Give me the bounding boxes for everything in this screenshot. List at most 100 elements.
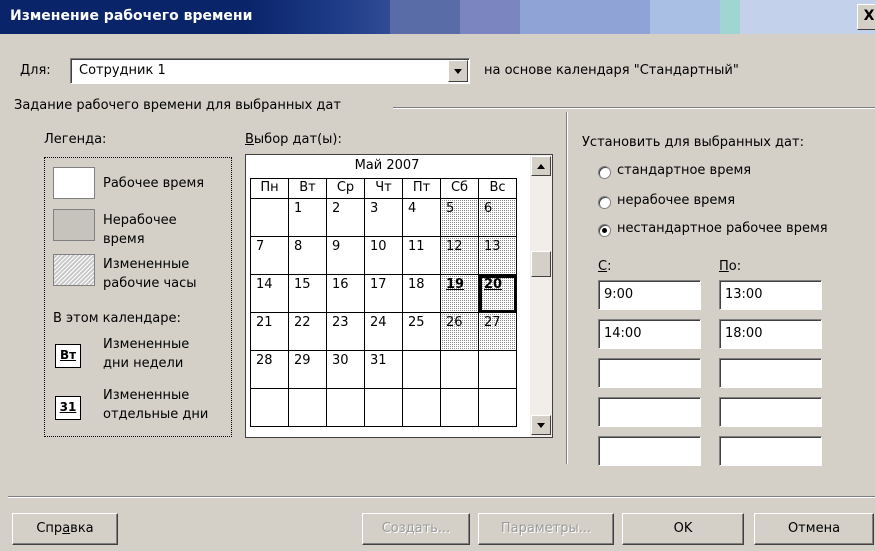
- working-time-swatch: [53, 167, 95, 199]
- modified-date-icon: 31: [55, 396, 81, 420]
- change-working-time-dialog: Изменение рабочего времени X Для: Сотруд…: [0, 0, 875, 551]
- calendar-empty-cell: [402, 350, 441, 389]
- calendar-day[interactable]: 13: [478, 236, 517, 275]
- calendar-day[interactable]: 3: [364, 198, 403, 237]
- legend-title: Легенда:: [44, 132, 107, 147]
- calendar-day[interactable]: 24: [364, 312, 403, 351]
- calendar-empty-cell: [250, 198, 289, 237]
- calendar-day[interactable]: 14: [250, 274, 289, 313]
- calendar-day[interactable]: 4: [402, 198, 441, 237]
- legend-date-label-2: отдельные дни: [103, 407, 209, 422]
- calendar-day[interactable]: 1: [288, 198, 327, 237]
- calendar-day[interactable]: 19: [440, 274, 479, 313]
- dialog-title: Изменение рабочего времени: [10, 8, 253, 24]
- calendar-day[interactable]: 21: [250, 312, 289, 351]
- calendar-day[interactable]: 30: [326, 350, 365, 389]
- radio-standard-time[interactable]: [598, 166, 611, 179]
- calendar-day[interactable]: 23: [326, 312, 365, 351]
- radio-nonstandard-working-time[interactable]: [598, 224, 611, 237]
- from-time-field-1[interactable]: 9:00: [598, 280, 701, 310]
- calendar-day[interactable]: 7: [250, 236, 289, 275]
- calendar-day[interactable]: 12: [440, 236, 479, 275]
- option-nonstandard-label[interactable]: нестандартное рабочее время: [617, 221, 828, 236]
- resource-calendar-select[interactable]: Сотрудник 1: [70, 58, 470, 84]
- calendar-title: Выбор дат(ы):: [245, 132, 342, 147]
- bottom-divider: [8, 496, 875, 498]
- chevron-down-icon: [537, 423, 545, 428]
- scroll-up-button[interactable]: [531, 156, 551, 176]
- calendar-day[interactable]: 9: [326, 236, 365, 275]
- weekday-header: Пн: [250, 178, 289, 199]
- from-time-field-3[interactable]: [598, 358, 701, 388]
- calendar-day[interactable]: 18: [402, 274, 441, 313]
- section-divider: [393, 107, 875, 109]
- title-bar-decoration: [460, 0, 520, 34]
- legend-panel: Рабочее время Нерабочее время Измененные…: [44, 157, 232, 437]
- calendar-day[interactable]: 11: [402, 236, 441, 275]
- options-button[interactable]: Параметры...: [478, 513, 614, 545]
- calendar-empty-cell: [478, 350, 517, 389]
- legend-weekday-label-1: Измененные: [103, 337, 190, 352]
- calendar-day[interactable]: 29: [288, 350, 327, 389]
- calendar-month-title: Май 2007: [354, 158, 420, 173]
- cancel-button[interactable]: Отмена: [754, 513, 874, 545]
- calendar-day[interactable]: 26: [440, 312, 479, 351]
- weekday-header: Чт: [364, 178, 403, 199]
- calendar-empty-cell: [478, 388, 517, 427]
- calendar-day[interactable]: 27: [478, 312, 517, 351]
- title-bar-decoration: [650, 0, 720, 34]
- in-calendar-label: В этом календаре:: [53, 311, 181, 326]
- calendar-day[interactable]: 10: [364, 236, 403, 275]
- modified-hours-swatch: [53, 254, 95, 286]
- chevron-down-icon: [454, 69, 462, 74]
- scroll-thumb[interactable]: [531, 251, 551, 277]
- to-time-field-5[interactable]: [719, 436, 822, 466]
- to-time-field-1[interactable]: 13:00: [719, 280, 822, 310]
- resource-calendar-value: Сотрудник 1: [79, 63, 166, 78]
- vertical-divider: [566, 112, 568, 464]
- radio-selected-dot: [602, 228, 607, 233]
- calendar-day[interactable]: 16: [326, 274, 365, 313]
- calendar-day[interactable]: 17: [364, 274, 403, 313]
- weekday-header: Ср: [326, 178, 365, 199]
- calendar-day[interactable]: 25: [402, 312, 441, 351]
- to-time-field-4[interactable]: [719, 397, 822, 427]
- calendar-grid: Пн Вт Ср Чт Пт Сб Вс 123456 7 8 9 10 11 12 13 14 15 16…: [250, 178, 517, 427]
- calendar-day[interactable]: 20: [478, 274, 517, 313]
- calendar-scrollbar[interactable]: [530, 155, 552, 437]
- calendar-day[interactable]: 28: [250, 350, 289, 389]
- title-bar-decoration: [390, 0, 460, 34]
- scroll-down-button[interactable]: [531, 415, 551, 435]
- help-button[interactable]: Справка: [12, 513, 118, 545]
- based-on-calendar-text: на основе календаря "Стандартный": [484, 63, 739, 78]
- close-button[interactable]: X: [857, 4, 875, 30]
- ok-button[interactable]: OK: [622, 513, 744, 545]
- weekday-header: Сб: [440, 178, 479, 199]
- from-time-field-4[interactable]: [598, 397, 701, 427]
- calendar-day[interactable]: 5: [440, 198, 479, 237]
- section-title: Задание рабочего времени для выбранных д…: [14, 98, 341, 113]
- calendar-day[interactable]: 31: [364, 350, 403, 389]
- weekday-header: Пт: [402, 178, 441, 199]
- legend-nonworking-label-2: время: [103, 232, 145, 247]
- calendar-day[interactable]: 6: [478, 198, 517, 237]
- calendar-day[interactable]: 2: [326, 198, 365, 237]
- option-nonworking-label[interactable]: нерабочее время: [617, 193, 735, 208]
- create-button[interactable]: Создать...: [362, 513, 470, 545]
- chevron-up-icon: [537, 164, 545, 169]
- title-bar: Изменение рабочего времени X: [0, 0, 875, 34]
- date-picker-calendar[interactable]: Май 2007 Пн Вт Ср Чт Пт Сб Вс 123456 7 8 9 10 11 12…: [245, 154, 553, 438]
- to-time-field-3[interactable]: [719, 358, 822, 388]
- modified-weekday-icon: Вт: [55, 344, 81, 368]
- calendar-day[interactable]: 15: [288, 274, 327, 313]
- from-time-field-2[interactable]: 14:00: [598, 319, 701, 349]
- calendar-day[interactable]: 8: [288, 236, 327, 275]
- to-label: По:: [719, 259, 742, 274]
- calendar-day[interactable]: 22: [288, 312, 327, 351]
- option-standard-label[interactable]: стандартное время: [617, 163, 751, 178]
- dropdown-button[interactable]: [448, 60, 468, 82]
- to-time-field-2[interactable]: 18:00: [719, 319, 822, 349]
- radio-nonworking-time[interactable]: [598, 196, 611, 209]
- from-time-field-5[interactable]: [598, 436, 701, 466]
- calendar-empty-cell: [250, 388, 289, 427]
